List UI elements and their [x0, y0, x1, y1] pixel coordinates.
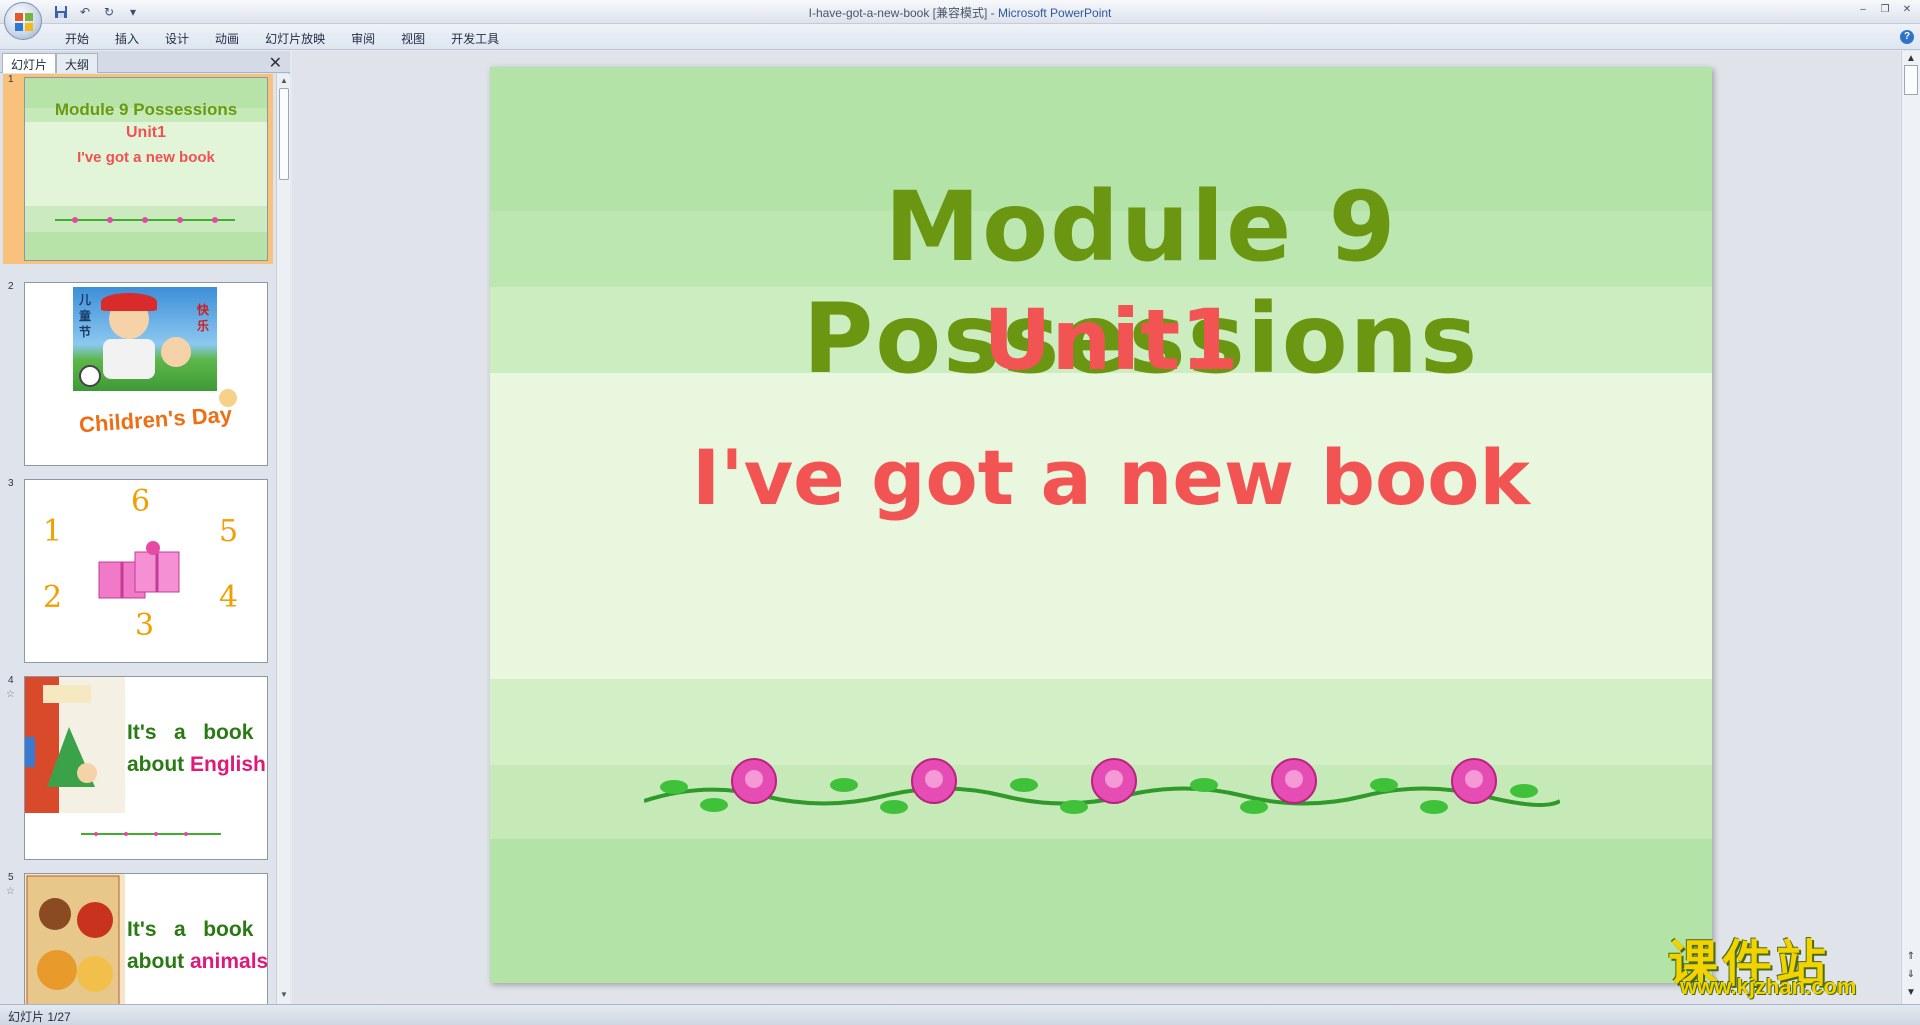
- animation-star-icon[interactable]: ☆: [6, 886, 15, 897]
- tab-outline[interactable]: 大纲: [56, 53, 99, 73]
- shirt-icon: [103, 339, 155, 379]
- cn-char: 儿: [79, 293, 92, 307]
- scroll-down-icon[interactable]: ▼: [279, 990, 289, 1000]
- slide-unit[interactable]: Unit1: [490, 291, 1712, 389]
- watermark-logo: 课件站 www.kjzhan.com: [1668, 924, 1908, 1004]
- word: a: [174, 721, 186, 744]
- status-bar: 幻灯片 1/27: [0, 1004, 1920, 1025]
- help-icon[interactable]: ?: [1900, 30, 1914, 44]
- app-name: Microsoft PowerPoint: [998, 6, 1112, 20]
- slide-number: 2: [8, 281, 14, 292]
- scrollbar-thumb[interactable]: [279, 88, 289, 180]
- scroll-up-icon[interactable]: ▲: [279, 76, 289, 86]
- band: [490, 373, 1712, 679]
- panel-scrollbar[interactable]: ▲ ▼: [276, 74, 290, 1004]
- word: a: [174, 918, 186, 941]
- animals-book-cover-icon: [25, 874, 125, 1004]
- flower-garland-icon: [55, 217, 235, 223]
- band: [25, 232, 267, 260]
- slide-thumbnail-2[interactable]: 儿 童 节 快 乐 Children's Day: [24, 282, 268, 466]
- tab-animations[interactable]: 动画: [202, 28, 252, 49]
- slide-thumbnail-1[interactable]: Module 9 Possessions Unit1 I've got a ne…: [24, 77, 268, 261]
- slide-subtitle[interactable]: I've got a new book: [490, 433, 1712, 522]
- slide-number: 3: [8, 478, 14, 489]
- tab-slides[interactable]: 幻灯片: [2, 53, 57, 73]
- word: about: [127, 950, 185, 973]
- book-line-2: about English: [127, 753, 266, 777]
- number-label: 4: [219, 580, 239, 615]
- panel-close-icon[interactable]: ✕: [269, 53, 282, 73]
- scrollbar-thumb[interactable]: [1904, 65, 1918, 95]
- ribbon-tabs: 开始 插入 设计 动画 幻灯片放映 审阅 视图 开发工具: [52, 28, 512, 49]
- number-label: 1: [43, 514, 63, 549]
- title-separator: -: [987, 6, 999, 20]
- cn-char: 童: [79, 309, 92, 323]
- close-icon[interactable]: ✕: [1898, 2, 1916, 16]
- number-label: 3: [135, 608, 155, 643]
- animation-star-icon[interactable]: ☆: [6, 689, 15, 700]
- word: It's: [127, 721, 157, 744]
- tab-insert[interactable]: 插入: [102, 28, 152, 49]
- document-title: I-have-got-a-new-book [兼容模式]: [808, 6, 988, 20]
- title-bar: ↶ ↻ ▾ I-have-got-a-new-book [兼容模式] - Mic…: [0, 0, 1920, 24]
- slide-number: 1: [8, 74, 14, 85]
- childrens-day-caption: Children's Day: [78, 401, 233, 438]
- childrens-day-picture: 儿 童 节 快 乐: [73, 287, 217, 391]
- word: It's: [127, 918, 157, 941]
- office-logo-icon: [15, 13, 33, 31]
- ball-icon: [79, 365, 101, 387]
- thumb-subtitle: I've got a new book: [77, 149, 215, 166]
- word-highlight: English: [190, 753, 266, 776]
- word: book: [203, 918, 254, 941]
- tab-home[interactable]: 开始: [52, 28, 102, 49]
- cn-char: 节: [79, 325, 92, 339]
- tab-developer[interactable]: 开发工具: [438, 28, 512, 49]
- cherub-icon: [219, 389, 237, 407]
- tab-slideshow[interactable]: 幻灯片放映: [252, 28, 338, 49]
- english-book-cover-icon: [25, 677, 125, 813]
- number-label: 2: [43, 580, 63, 615]
- band: [490, 839, 1712, 983]
- word: book: [203, 721, 254, 744]
- watermark-url: www.kjzhan.com: [1680, 974, 1857, 999]
- thumbnail-list: 1 Module 9 Possessions Unit1 I've got a …: [0, 74, 276, 1004]
- cn-char: 快: [197, 303, 210, 317]
- slide-counter: 幻灯片 1/27: [8, 1010, 71, 1024]
- book-line-1: It's a book: [127, 721, 253, 745]
- tab-design[interactable]: 设计: [152, 28, 202, 49]
- slide-thumbnail-3[interactable]: 6 1 5 2 4 3: [24, 479, 268, 663]
- slide-thumbnail-4[interactable]: It's a book about English: [24, 676, 268, 860]
- tab-view[interactable]: 视图: [388, 28, 438, 49]
- office-button[interactable]: [4, 2, 42, 40]
- word: about: [127, 753, 185, 776]
- window-title: I-have-got-a-new-book [兼容模式] - Microsoft…: [0, 4, 1920, 21]
- slide-number: 5: [8, 872, 14, 883]
- flower-garland-icon: [81, 832, 221, 836]
- window-controls: – ❐ ✕: [1854, 2, 1916, 16]
- scroll-up-icon[interactable]: ▲: [1905, 53, 1917, 64]
- tab-review[interactable]: 审阅: [338, 28, 388, 49]
- thumb-title: Module 9 Possessions: [54, 100, 238, 119]
- cap-icon: [101, 293, 157, 311]
- restore-icon[interactable]: ❐: [1876, 2, 1894, 16]
- girl-face-icon: [161, 337, 191, 367]
- thumb-unit: Unit1: [126, 124, 166, 141]
- cn-char: 乐: [197, 319, 210, 333]
- flower-garland-icon: [644, 758, 1560, 814]
- book-line-2: about animals: [127, 950, 268, 974]
- slide-thumbnail-5[interactable]: It's a book about animals: [24, 873, 268, 1004]
- current-slide[interactable]: Module 9 Possessions Unit1 I've got a ne…: [490, 67, 1712, 983]
- slides-panel: 幻灯片 大纲 ✕ 1 Module 9 Possessions Unit1 I'…: [0, 51, 290, 1004]
- main-scrollbar[interactable]: ▲ ⇑ ⇓ ▼: [1901, 51, 1920, 1004]
- number-label: 6: [131, 484, 151, 519]
- minimize-icon[interactable]: –: [1854, 2, 1872, 16]
- panel-tabs: 幻灯片 大纲 ✕: [0, 51, 290, 73]
- slide-number: 4: [8, 675, 14, 686]
- gift-box-icon: [98, 541, 180, 599]
- ribbon: 开始 插入 设计 动画 幻灯片放映 审阅 视图 开发工具 ?: [0, 24, 1920, 50]
- number-label: 5: [219, 514, 239, 549]
- book-line-1: It's a book: [127, 918, 253, 942]
- word-highlight: animals: [190, 950, 268, 973]
